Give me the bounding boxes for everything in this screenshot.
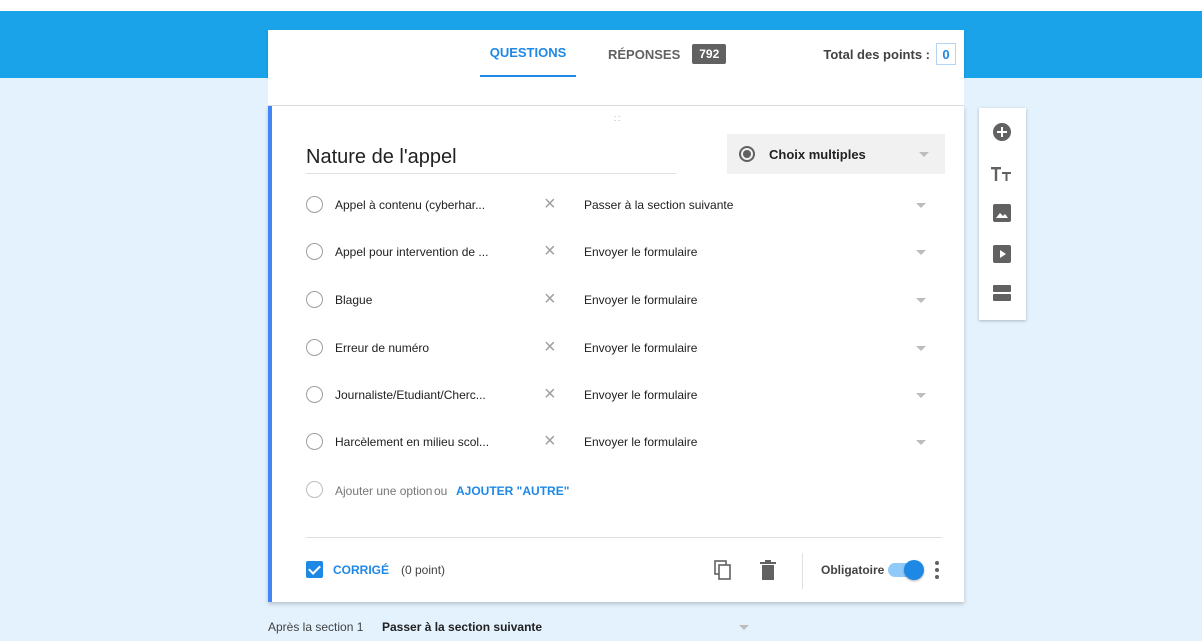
required-toggle[interactable]: [888, 560, 924, 580]
answer-key-icon[interactable]: [306, 561, 323, 578]
question-card[interactable]: ∷ Nature de l'appel Choix multiples Appe…: [268, 106, 964, 602]
option-label-input[interactable]: Appel pour intervention de ...: [335, 245, 488, 259]
total-points-value: 0: [936, 43, 956, 65]
option-label-input[interactable]: Appel à contenu (cyberhar...: [335, 198, 485, 212]
total-points: Total des points : 0: [823, 30, 956, 78]
side-toolbar: [979, 108, 1026, 320]
title-text-glyph: [991, 167, 1011, 181]
option-row: Blague × Envoyer le formulaire: [306, 285, 936, 315]
responses-count-badge: 792: [692, 44, 727, 64]
tab-questions[interactable]: QUESTIONS: [480, 30, 576, 77]
chevron-down-icon: [919, 152, 929, 157]
image-glyph: [993, 204, 1011, 222]
add-or-label: ou: [434, 484, 448, 498]
points-label: (0 point): [401, 563, 446, 577]
radio-selected-icon: [739, 146, 755, 162]
more-vert-icon[interactable]: [934, 560, 940, 580]
radio-empty-icon: [306, 291, 323, 308]
option-goto-select[interactable]: Envoyer le formulaire: [584, 435, 936, 449]
radio-empty-icon: [306, 481, 323, 498]
remove-option-icon[interactable]: ×: [544, 287, 556, 311]
option-row: Harcèlement en milieu scol... × Envoyer …: [306, 427, 936, 457]
option-row: Appel pour intervention de ... × Envoyer…: [306, 237, 936, 267]
after-section-goto-select[interactable]: Passer à la section suivante: [382, 620, 542, 634]
radio-empty-icon: [306, 339, 323, 356]
chevron-down-icon: [916, 393, 926, 398]
add-other-link[interactable]: AJOUTER "AUTRE": [456, 484, 569, 498]
radio-empty-icon: [306, 386, 323, 403]
duplicate-icon[interactable]: [714, 560, 732, 580]
remove-option-icon[interactable]: ×: [544, 429, 556, 453]
answer-key-button[interactable]: CORRIGÉ: [333, 563, 389, 577]
add-question-icon[interactable]: [991, 121, 1013, 143]
section-icon[interactable]: [991, 282, 1013, 304]
chevron-down-icon: [916, 346, 926, 351]
option-goto-select[interactable]: Envoyer le formulaire: [584, 341, 936, 355]
image-icon[interactable]: [991, 202, 1013, 224]
previous-card-bottom: [268, 78, 964, 106]
remove-option-icon[interactable]: ×: [544, 382, 556, 406]
option-row: Appel à contenu (cyberhar... × Passer à …: [306, 190, 936, 220]
form-tabs-bar: QUESTIONS RÉPONSES 792 Total des points …: [268, 30, 964, 78]
option-goto-select[interactable]: Passer à la section suivante: [584, 198, 936, 212]
chevron-down-icon: [916, 440, 926, 445]
remove-option-icon[interactable]: ×: [544, 192, 556, 216]
chevron-down-icon: [916, 250, 926, 255]
tab-responses-label: RÉPONSES: [608, 46, 681, 62]
section-glyph: [993, 285, 1011, 301]
radio-empty-icon: [306, 196, 323, 213]
chevron-down-icon: [916, 203, 926, 208]
toggle-knob: [904, 560, 924, 580]
required-label: Obligatoire: [821, 563, 885, 577]
footer-divider: [802, 553, 803, 589]
total-points-label: Total des points :: [823, 46, 930, 62]
option-label-input[interactable]: Harcèlement en milieu scol...: [335, 435, 489, 449]
chevron-down-icon[interactable]: [739, 625, 749, 630]
question-type-select[interactable]: Choix multiples: [727, 134, 945, 174]
question-footer: CORRIGÉ (0 point) Obligatoire: [306, 537, 942, 601]
option-row: Erreur de numéro × Envoyer le formulaire: [306, 333, 936, 363]
drag-handle-icon[interactable]: ∷: [614, 114, 621, 125]
video-glyph: [993, 245, 1011, 263]
tab-responses[interactable]: RÉPONSES 792: [608, 30, 727, 78]
option-label-input[interactable]: Blague: [335, 293, 372, 307]
option-row: Journaliste/Etudiant/Cherc... × Envoyer …: [306, 380, 936, 410]
option-label-input[interactable]: Journaliste/Etudiant/Cherc...: [335, 388, 486, 402]
after-section-label: Après la section 1: [268, 620, 364, 634]
option-goto-select[interactable]: Envoyer le formulaire: [584, 293, 936, 307]
question-type-label: Choix multiples: [769, 146, 866, 162]
question-title-input[interactable]: Nature de l'appel: [306, 144, 676, 174]
remove-option-icon[interactable]: ×: [544, 335, 556, 359]
radio-empty-icon: [306, 433, 323, 450]
title-text-icon[interactable]: [991, 163, 1013, 185]
option-goto-select[interactable]: Envoyer le formulaire: [584, 245, 936, 259]
option-label-input[interactable]: Erreur de numéro: [335, 341, 429, 355]
video-icon[interactable]: [991, 243, 1013, 265]
add-question-glyph: [993, 123, 1011, 141]
radio-empty-icon: [306, 243, 323, 260]
option-goto-select[interactable]: Envoyer le formulaire: [584, 388, 936, 402]
add-option-link[interactable]: Ajouter une option: [335, 484, 432, 498]
remove-option-icon[interactable]: ×: [544, 239, 556, 263]
chevron-down-icon: [916, 298, 926, 303]
trash-icon[interactable]: [760, 560, 776, 580]
